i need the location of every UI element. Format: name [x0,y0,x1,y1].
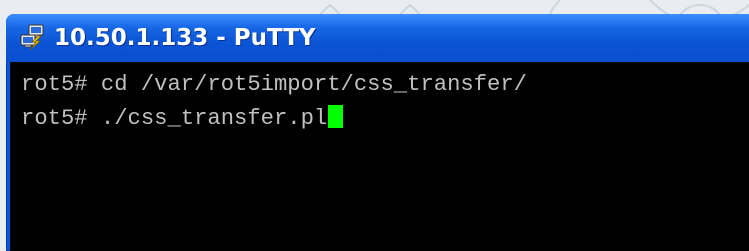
putty-app-icon[interactable] [18,23,48,53]
window-titlebar[interactable]: 10.50.1.133 - PuTTY [6,14,749,62]
terminal-line-text: rot5# cd /var/rot5import/css_transfer/ [21,72,527,97]
terminal-cursor [328,105,344,128]
terminal-line: rot5# ./css_transfer.pl [21,105,344,131]
terminal-line-text: rot5# ./css_transfer.pl [21,106,328,131]
window-title: 10.50.1.133 - PuTTY [54,25,316,51]
putty-window[interactable]: 10.50.1.133 - PuTTY rot5# cd /var/rot5im… [6,14,749,251]
terminal-area[interactable]: rot5# cd /var/rot5import/css_transfer/ r… [10,62,749,251]
desktop-screen: 10.50.1.133 - PuTTY rot5# cd /var/rot5im… [0,0,749,251]
terminal-line: rot5# cd /var/rot5import/css_transfer/ [21,72,527,97]
